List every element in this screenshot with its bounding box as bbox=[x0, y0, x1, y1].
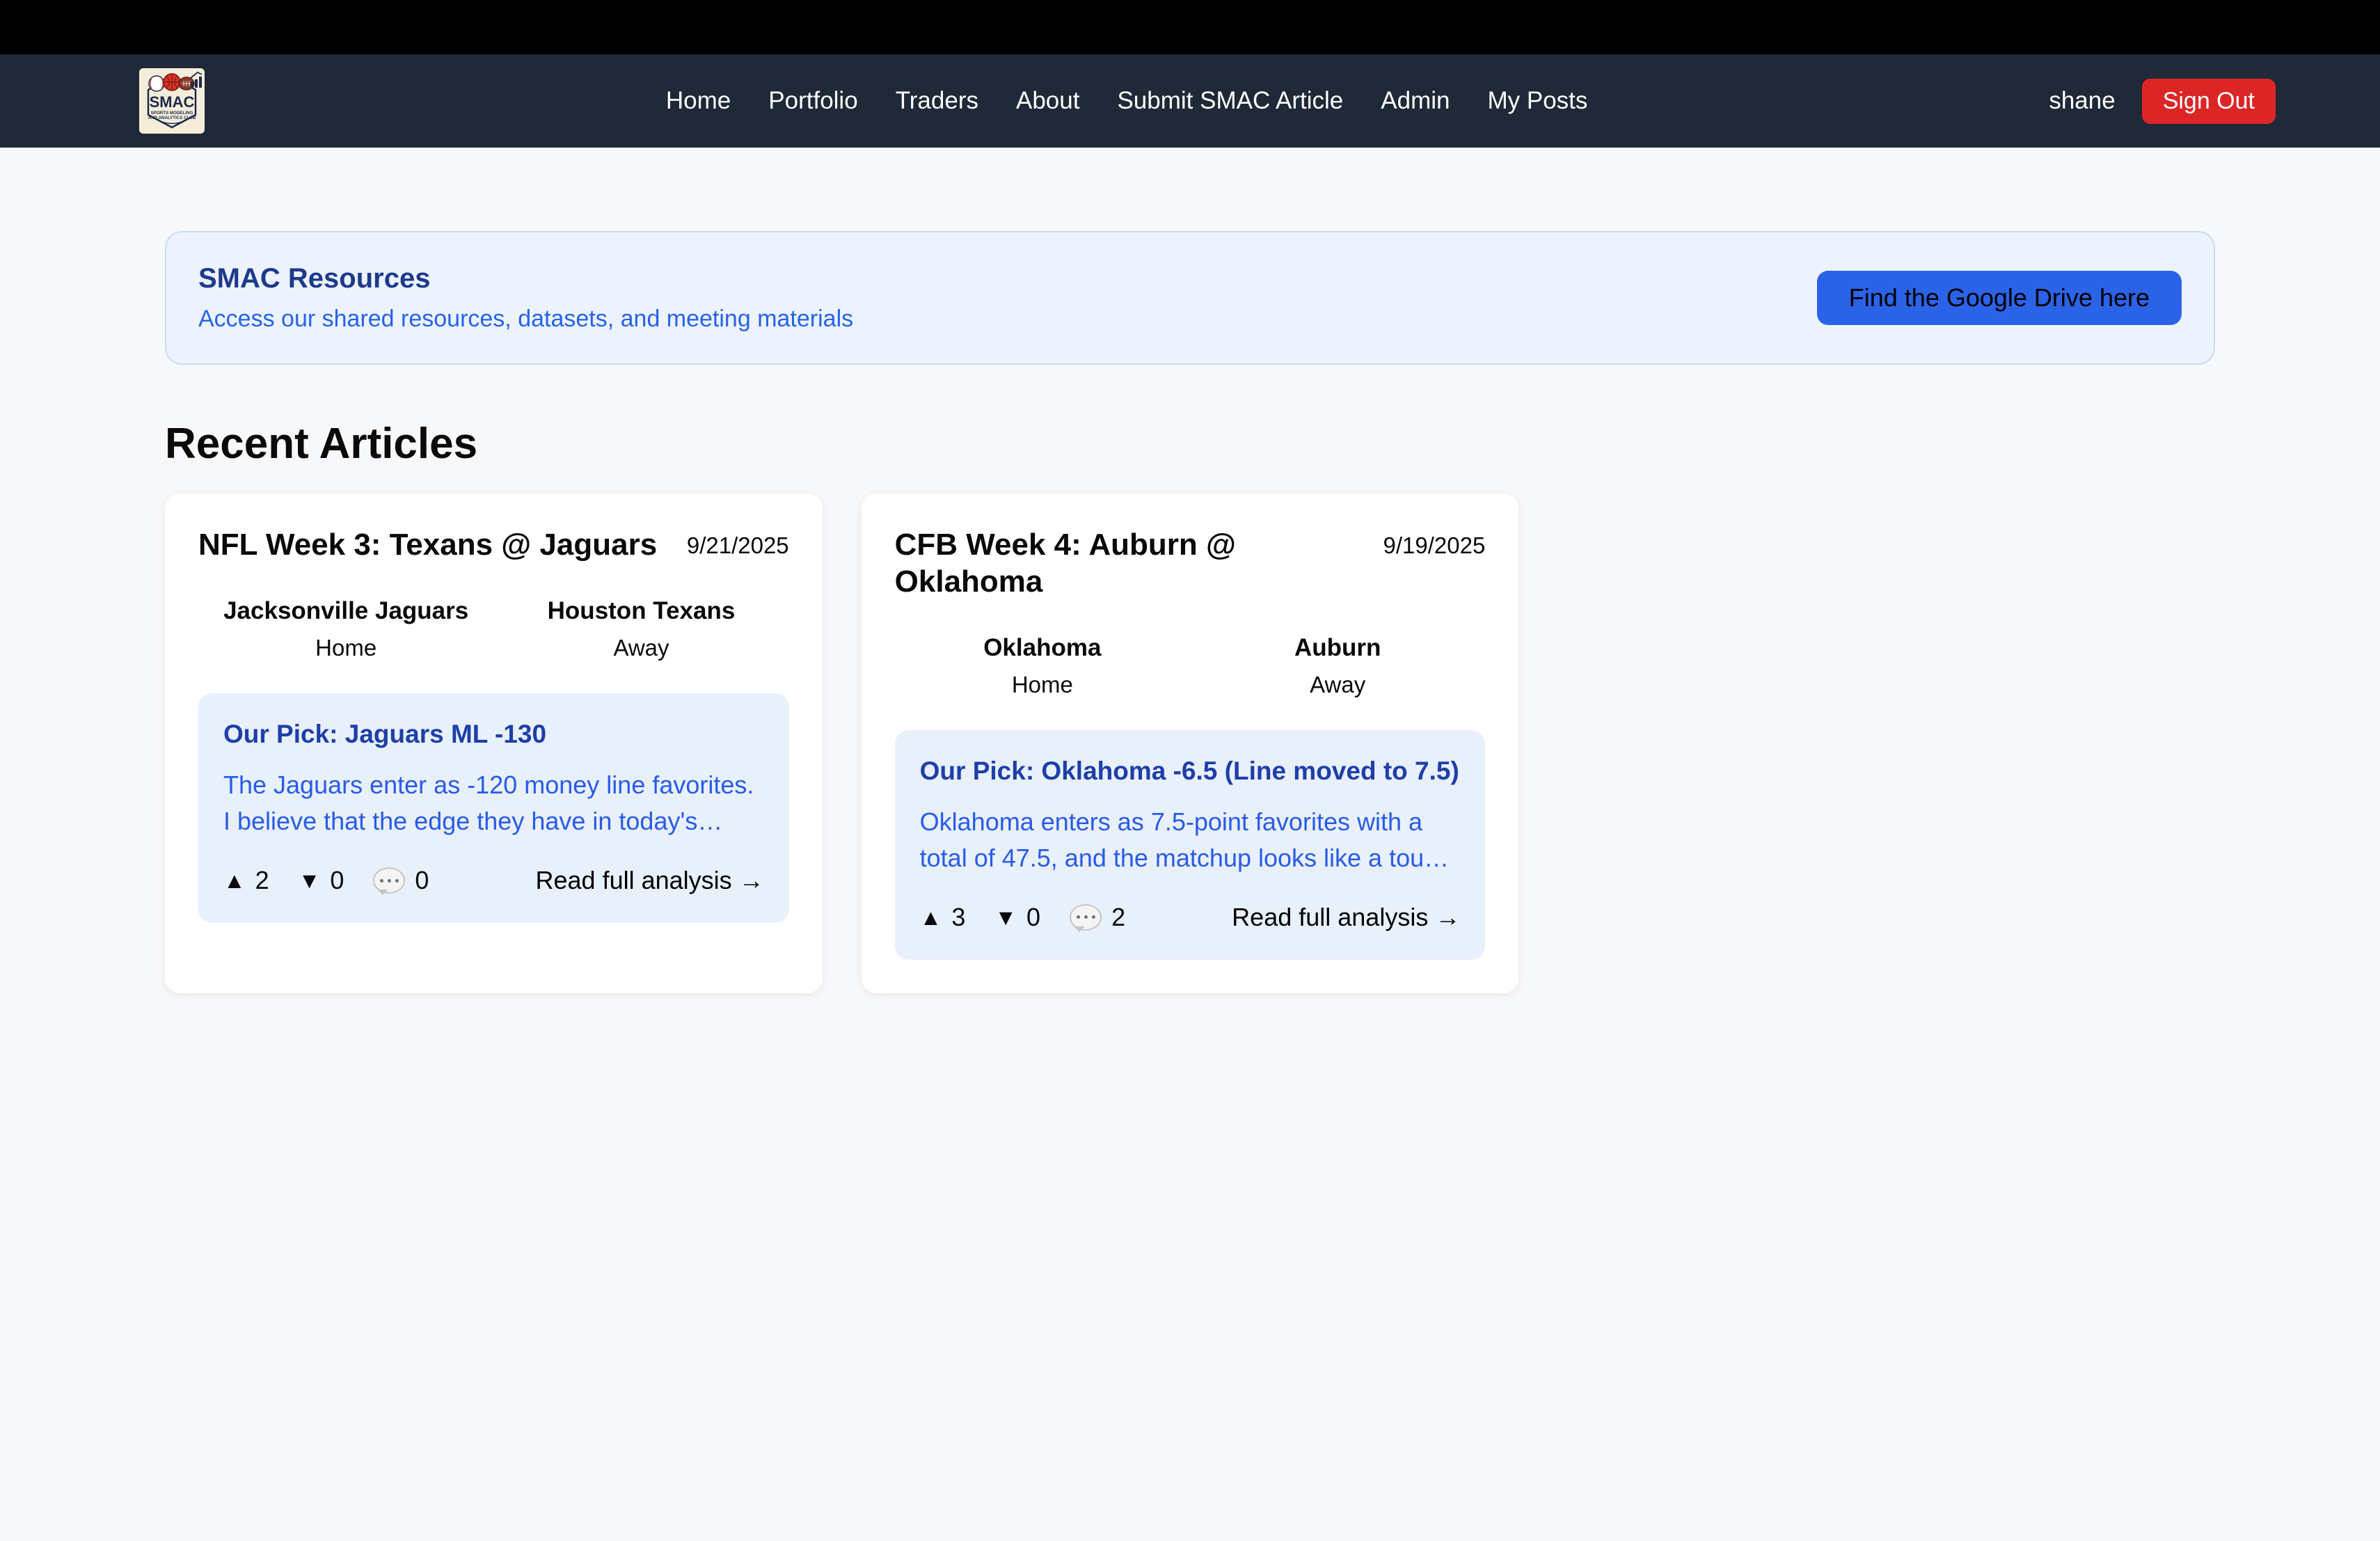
upvote-button[interactable]: ▲ 3 bbox=[920, 903, 966, 932]
article-card-nfl: NFL Week 3: Texans @ Jaguars 9/21/2025 J… bbox=[165, 493, 823, 993]
article-title: CFB Week 4: Auburn @ Oklahoma bbox=[895, 527, 1367, 601]
sign-out-button[interactable]: Sign Out bbox=[2142, 79, 2276, 124]
away-team-name: Houston Texans bbox=[493, 597, 788, 625]
pick-title: Our Pick: Oklahoma -6.5 (Line moved to 7… bbox=[920, 757, 1461, 786]
comment-icon bbox=[373, 867, 405, 894]
nav-item-my-posts[interactable]: My Posts bbox=[1487, 87, 1587, 115]
comment-count: 2 bbox=[1111, 903, 1125, 932]
home-team: Jacksonville Jaguars Home bbox=[198, 597, 493, 661]
logo-line1: SPORTS MODELING bbox=[151, 111, 193, 116]
comments-button[interactable]: 2 bbox=[1070, 903, 1125, 932]
article-date: 9/21/2025 bbox=[687, 527, 789, 559]
away-team: Auburn Away bbox=[1190, 634, 1485, 698]
votes-row: ▲ 3 ▼ 0 2 bbox=[920, 903, 1125, 932]
downvote-button[interactable]: ▼ 0 bbox=[299, 866, 344, 895]
upvote-button[interactable]: ▲ 2 bbox=[223, 866, 269, 895]
upvote-count: 2 bbox=[255, 866, 269, 895]
pick-excerpt: Oklahoma enters as 7.5-point favorites w… bbox=[920, 804, 1461, 876]
top-black-bar bbox=[0, 0, 2380, 54]
pick-title: Our Pick: Jaguars ML -130 bbox=[223, 720, 764, 749]
pick-excerpt: The Jaguars enter as -120 money line fav… bbox=[223, 767, 764, 839]
username-label: shane bbox=[2049, 87, 2115, 115]
banner-title: SMAC Resources bbox=[198, 263, 853, 294]
pick-footer: ▲ 3 ▼ 0 2 R bbox=[920, 903, 1461, 932]
away-team: Houston Texans Away bbox=[493, 597, 788, 661]
away-team-name: Auburn bbox=[1190, 634, 1485, 662]
upvote-count: 3 bbox=[951, 903, 965, 932]
away-team-role: Away bbox=[493, 635, 788, 661]
votes-row: ▲ 2 ▼ 0 0 bbox=[223, 866, 429, 895]
downvote-count: 0 bbox=[330, 866, 344, 895]
nav-item-traders[interactable]: Traders bbox=[896, 87, 978, 115]
teams-row: Oklahoma Home Auburn Away bbox=[895, 634, 1486, 698]
articles-grid: NFL Week 3: Texans @ Jaguars 9/21/2025 J… bbox=[165, 493, 2215, 993]
main-content: SMAC Resources Access our shared resourc… bbox=[165, 231, 2215, 993]
smac-logo-image: SMAC SPORTS MODELING AND ANALYTICS CLUB bbox=[139, 68, 205, 134]
pick-box: Our Pick: Jaguars ML -130 The Jaguars en… bbox=[198, 693, 789, 923]
article-card-cfb: CFB Week 4: Auburn @ Oklahoma 9/19/2025 … bbox=[862, 493, 1519, 993]
away-team-role: Away bbox=[1190, 672, 1485, 698]
read-full-analysis-link[interactable]: Read full analysis → bbox=[1232, 903, 1460, 932]
downvote-button[interactable]: ▼ 0 bbox=[994, 903, 1040, 932]
nav-links: Home Portfolio Traders About Submit SMAC… bbox=[666, 87, 1588, 115]
logo-title: SMAC bbox=[150, 93, 195, 111]
card-header: NFL Week 3: Texans @ Jaguars 9/21/2025 bbox=[198, 527, 789, 564]
comment-dots bbox=[1084, 915, 1088, 919]
nav-item-about[interactable]: About bbox=[1016, 87, 1079, 115]
downvote-count: 0 bbox=[1026, 903, 1040, 932]
banner-text-block: SMAC Resources Access our shared resourc… bbox=[198, 263, 853, 333]
comment-count: 0 bbox=[415, 866, 429, 895]
upvote-icon: ▲ bbox=[920, 906, 942, 928]
logo-line2: AND ANALYTICS CLUB bbox=[148, 116, 196, 120]
nav-item-portfolio[interactable]: Portfolio bbox=[768, 87, 857, 115]
read-full-analysis-link[interactable]: Read full analysis → bbox=[536, 866, 764, 895]
home-team: Oklahoma Home bbox=[895, 634, 1190, 698]
article-date: 9/19/2025 bbox=[1383, 527, 1486, 559]
upvote-icon: ▲ bbox=[223, 869, 246, 892]
home-team-name: Oklahoma bbox=[895, 634, 1190, 662]
pick-footer: ▲ 2 ▼ 0 0 R bbox=[223, 866, 764, 895]
nav-item-home[interactable]: Home bbox=[666, 87, 731, 115]
nav-item-admin[interactable]: Admin bbox=[1381, 87, 1450, 115]
comments-button[interactable]: 0 bbox=[373, 866, 429, 895]
downvote-icon: ▼ bbox=[299, 869, 321, 892]
smac-resources-banner: SMAC Resources Access our shared resourc… bbox=[165, 231, 2215, 365]
downvote-icon: ▼ bbox=[994, 906, 1017, 928]
home-team-name: Jacksonville Jaguars bbox=[198, 597, 493, 625]
smac-logo[interactable]: SMAC SPORTS MODELING AND ANALYTICS CLUB bbox=[139, 68, 205, 134]
page-title: Recent Articles bbox=[165, 419, 2215, 468]
article-title: NFL Week 3: Texans @ Jaguars bbox=[198, 527, 657, 564]
google-drive-button[interactable]: Find the Google Drive here bbox=[1817, 271, 2182, 325]
comment-icon bbox=[1070, 904, 1102, 931]
comment-dots bbox=[388, 879, 391, 883]
banner-subtitle: Access our shared resources, datasets, a… bbox=[198, 306, 853, 333]
navbar: SMAC SPORTS MODELING AND ANALYTICS CLUB … bbox=[0, 54, 2380, 148]
pick-box: Our Pick: Oklahoma -6.5 (Line moved to 7… bbox=[895, 730, 1486, 960]
nav-item-submit-article[interactable]: Submit SMAC Article bbox=[1117, 87, 1343, 115]
card-header: CFB Week 4: Auburn @ Oklahoma 9/19/2025 bbox=[895, 527, 1486, 601]
home-team-role: Home bbox=[895, 672, 1190, 698]
teams-row: Jacksonville Jaguars Home Houston Texans… bbox=[198, 597, 789, 661]
nav-user-area: shane Sign Out bbox=[2049, 79, 2276, 124]
home-team-role: Home bbox=[198, 635, 493, 661]
